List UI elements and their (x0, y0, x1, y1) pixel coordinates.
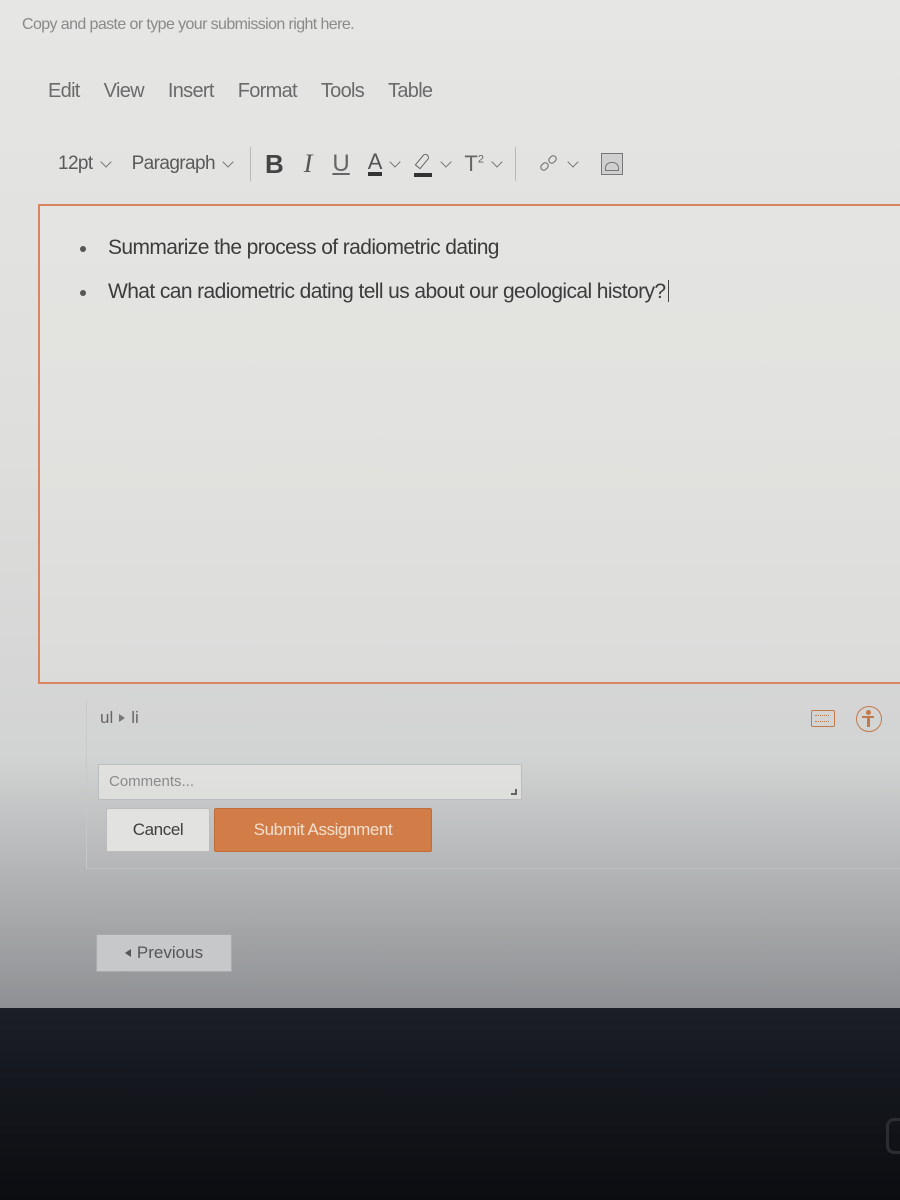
italic-icon: I (303, 149, 313, 178)
resize-handle-icon[interactable] (511, 789, 517, 795)
font-size-select[interactable]: 12pt (58, 153, 112, 175)
editor-menubar: Edit View Insert Format Tools Table (48, 80, 456, 103)
path-separator-icon (119, 714, 126, 722)
superscript-button[interactable]: T2 (464, 151, 503, 177)
editor-statusbar: ul li (100, 706, 900, 738)
caret-left-icon (124, 949, 131, 957)
path-ul[interactable]: ul (100, 708, 113, 728)
monitor-bezel (0, 1008, 900, 1200)
block-format-value: Paragraph (131, 153, 216, 174)
text-cursor (667, 280, 669, 302)
toolbar-divider (249, 147, 251, 181)
list-item[interactable]: Summarize the process of radiometric dat… (74, 234, 900, 262)
monitor-logo (886, 1118, 900, 1154)
element-path: ul li (100, 708, 900, 728)
menu-format[interactable]: Format (238, 80, 298, 103)
editor-toolbar: 12pt Paragraph B I U A T2 (58, 146, 900, 182)
highlight-icon (413, 151, 433, 177)
submission-instruction: Copy and paste or type your submission r… (22, 16, 355, 33)
superscript-icon: T2 (464, 151, 484, 176)
list-item[interactable]: What can radiometric dating tell us abou… (74, 278, 900, 306)
chevron-down-icon (567, 156, 579, 168)
font-color-button[interactable]: A (367, 149, 402, 176)
path-li[interactable]: li (131, 708, 139, 728)
comments-placeholder: Comments... (109, 773, 195, 790)
menu-tools[interactable]: Tools (321, 80, 365, 103)
section-divider (86, 868, 900, 869)
bold-button[interactable]: B (265, 149, 284, 180)
chevron-down-icon (491, 156, 503, 168)
highlight-color-button[interactable] (413, 151, 453, 177)
previous-button[interactable]: Previous (96, 934, 232, 972)
cancel-button[interactable]: Cancel (106, 808, 210, 852)
menu-table[interactable]: Table (388, 80, 433, 103)
chevron-down-icon (99, 156, 112, 168)
chevron-down-icon (440, 156, 453, 168)
footer-divider (92, 918, 900, 919)
accessibility-checker-icon[interactable] (856, 706, 882, 732)
link-icon (538, 153, 560, 175)
underline-button[interactable]: U (332, 150, 349, 178)
submit-assignment-button[interactable]: Submit Assignment (214, 808, 432, 852)
rich-text-editor[interactable]: Summarize the process of radiometric dat… (38, 204, 900, 684)
font-size-value: 12pt (58, 153, 93, 174)
toolbar-divider (515, 147, 516, 181)
previous-label: Previous (136, 943, 204, 962)
menu-view[interactable]: View (104, 80, 145, 103)
image-button[interactable] (591, 153, 623, 175)
bold-icon: B (264, 148, 284, 179)
block-format-select[interactable]: Paragraph (131, 153, 234, 175)
section-border (86, 700, 87, 868)
font-color-icon: A (367, 149, 383, 176)
menu-edit[interactable]: Edit (48, 80, 80, 103)
image-icon (601, 153, 623, 175)
link-button[interactable] (538, 153, 579, 175)
chevron-down-icon (389, 156, 402, 168)
keyboard-shortcuts-icon[interactable] (811, 710, 835, 727)
comments-textarea[interactable]: Comments... (98, 764, 522, 800)
underline-icon: U (332, 150, 350, 177)
menu-insert[interactable]: Insert (168, 80, 215, 103)
italic-button[interactable]: I (304, 149, 313, 179)
chevron-down-icon (222, 156, 234, 168)
bullet-list: Summarize the process of radiometric dat… (74, 234, 900, 306)
submission-actions: Cancel Submit Assignment (106, 808, 432, 852)
